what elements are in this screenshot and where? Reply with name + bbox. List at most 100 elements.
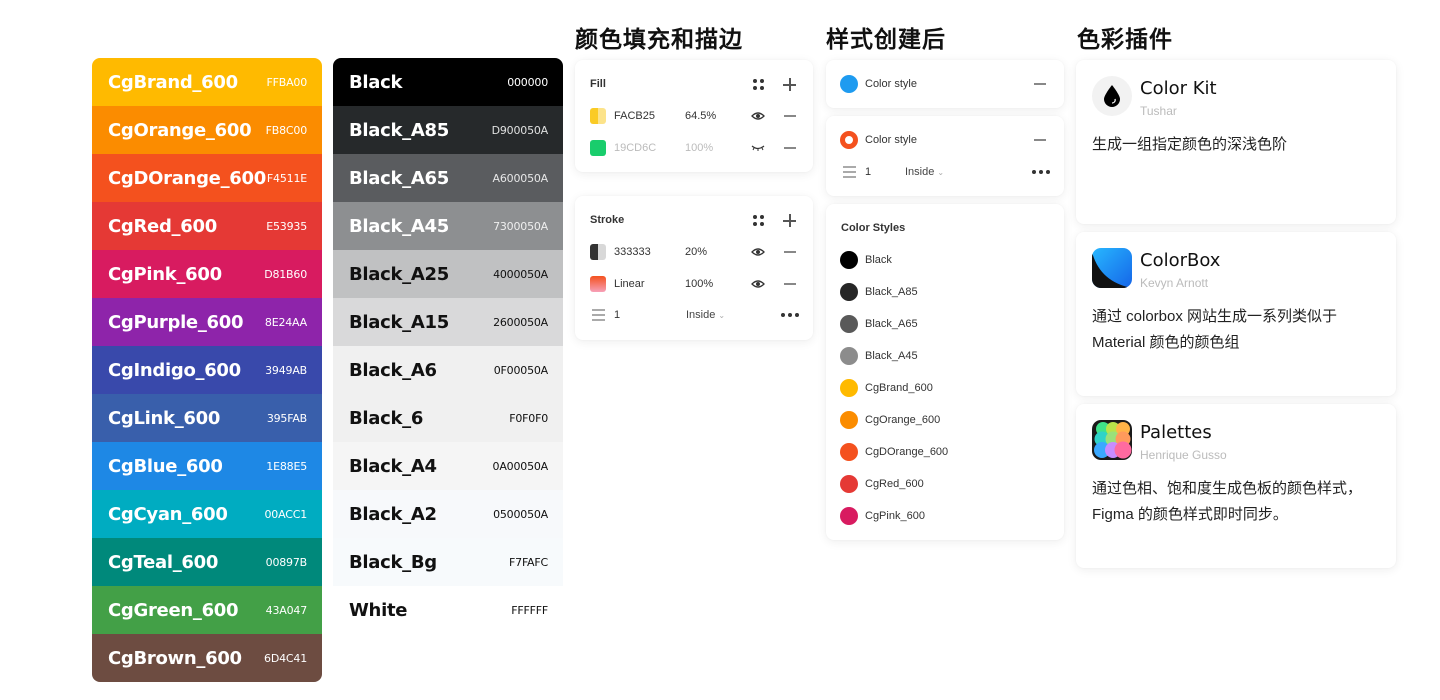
fill-style-label[interactable]: Color style <box>865 78 917 90</box>
swatch-name: Black_A45 <box>349 215 449 237</box>
stroke-position-dropdown[interactable]: Inside ⌄ <box>905 166 944 178</box>
style-grid-icon[interactable] <box>752 214 764 226</box>
detach-style-button[interactable] <box>1034 139 1046 141</box>
remove-stroke-button[interactable] <box>784 283 796 285</box>
swatch-row[interactable]: CgBrand_600 FFBA00 <box>92 58 322 106</box>
swatch-row[interactable]: Black_A15 2600050A <box>333 298 563 346</box>
swatch-hex: F0F0F0 <box>509 411 548 425</box>
stroke-style-label[interactable]: Color style <box>865 134 917 146</box>
eye-closed-icon[interactable] <box>751 143 765 153</box>
swatch-row[interactable]: CgDOrange_600 F4511E <box>92 154 322 202</box>
fill-opacity[interactable]: 100% <box>685 142 713 154</box>
swatch-row[interactable]: CgBlue_600 1E88E5 <box>92 442 322 490</box>
swatch-row[interactable]: Black_A45 7300050A <box>333 202 563 250</box>
color-style-name: CgBrand_600 <box>865 382 933 394</box>
color-style-item[interactable]: CgPink_600 <box>840 507 925 525</box>
minus-icon <box>784 251 796 253</box>
swatch-row[interactable]: Black_Bg F7FAFC <box>333 538 563 586</box>
fill-value[interactable]: 19CD6C <box>614 142 656 154</box>
plugin-card-color-kit[interactable]: Color Kit Tushar 生成一组指定颜色的深浅色阶 <box>1076 60 1396 224</box>
stroke-position-dropdown[interactable]: Inside ⌄ <box>686 309 725 321</box>
stroke-weight[interactable]: 1 <box>614 309 620 321</box>
swatch-hex: A600050A <box>492 171 549 185</box>
eye-icon[interactable] <box>751 278 765 290</box>
plugin-author: Henrique Gusso <box>1140 448 1227 462</box>
fill-row[interactable]: 19CD6C 100% <box>590 140 800 156</box>
color-style-swatch <box>840 283 858 301</box>
swatch-row[interactable]: CgPurple_600 8E24AA <box>92 298 322 346</box>
swatch-row[interactable]: CgGreen_600 43A047 <box>92 586 322 634</box>
color-style-swatch <box>840 443 858 461</box>
swatch-name: CgIndigo_600 <box>108 359 241 381</box>
stroke-row[interactable]: 333333 20% <box>590 244 800 260</box>
color-style-name: Black_A45 <box>865 350 918 362</box>
swatch-row[interactable]: White FFFFFF <box>333 586 563 634</box>
more-options-icon[interactable] <box>781 313 799 317</box>
swatch-row[interactable]: Black 000000 <box>333 58 563 106</box>
stroke-style-swatch[interactable] <box>840 131 858 149</box>
color-style-swatch <box>840 251 858 269</box>
stroke-value[interactable]: 333333 <box>614 246 651 258</box>
swatch-name: Black_6 <box>349 407 424 429</box>
fill-swatch-1[interactable] <box>590 140 606 156</box>
color-style-item[interactable]: CgRed_600 <box>840 475 924 493</box>
remove-fill-button[interactable] <box>784 115 796 117</box>
swatch-row[interactable]: Black_A25 4000050A <box>333 250 563 298</box>
color-style-swatch <box>840 475 858 493</box>
stroke-swatch-0[interactable] <box>590 244 606 260</box>
swatch-row[interactable]: CgTeal_600 00897B <box>92 538 322 586</box>
color-style-swatch <box>840 379 858 397</box>
swatch-row[interactable]: Black_A6 0F00050A <box>333 346 563 394</box>
plugin-card-palettes[interactable]: Palettes Henrique Gusso 通过色相、饱和度生成色板的颜色样… <box>1076 404 1396 568</box>
color-style-item[interactable]: CgDOrange_600 <box>840 443 948 461</box>
plugin-card-colorbox[interactable]: ColorBox Kevyn Arnott 通过 colorbox 网站生成一系… <box>1076 232 1396 396</box>
stroke-opacity[interactable]: 100% <box>685 278 713 290</box>
fill-opacity[interactable]: 64.5% <box>685 110 716 122</box>
add-stroke-button[interactable] <box>783 214 796 227</box>
remove-fill-button[interactable] <box>784 147 796 149</box>
remove-stroke-button[interactable] <box>784 251 796 253</box>
swatch-row[interactable]: Black_A2 0500050A <box>333 490 563 538</box>
swatch-row[interactable]: CgOrange_600 FB8C00 <box>92 106 322 154</box>
swatch-row[interactable]: CgBrown_600 6D4C41 <box>92 634 322 682</box>
swatch-row[interactable]: CgIndigo_600 3949AB <box>92 346 322 394</box>
fill-style-swatch[interactable] <box>840 75 858 93</box>
eye-icon[interactable] <box>751 246 765 258</box>
chevron-down-icon: ⌄ <box>718 310 726 320</box>
color-style-item[interactable]: Black_A85 <box>840 283 918 301</box>
color-style-item[interactable]: CgBrand_600 <box>840 379 933 397</box>
swatch-row[interactable]: Black_6 F0F0F0 <box>333 394 563 442</box>
swatch-row[interactable]: Black_A85 D900050A <box>333 106 563 154</box>
more-options-icon[interactable] <box>1032 170 1050 174</box>
fill-value[interactable]: FACB25 <box>614 110 655 122</box>
color-style-item[interactable]: CgOrange_600 <box>840 411 940 429</box>
swatch-row[interactable]: CgLink_600 395FAB <box>92 394 322 442</box>
stroke-weight[interactable]: 1 <box>865 166 871 178</box>
color-style-name: CgOrange_600 <box>865 414 941 426</box>
swatch-row[interactable]: CgRed_600 E53935 <box>92 202 322 250</box>
stroke-header: Stroke <box>590 214 625 226</box>
stroke-value[interactable]: Linear <box>614 278 645 290</box>
color-style-name: CgPink_600 <box>865 510 925 522</box>
add-fill-button[interactable] <box>783 78 796 91</box>
color-style-item[interactable]: Black <box>840 251 892 269</box>
color-style-item[interactable]: Black_A45 <box>840 347 918 365</box>
swatch-hex: 1E88E5 <box>266 459 307 473</box>
color-style-item[interactable]: Black_A65 <box>840 315 918 333</box>
detach-style-button[interactable] <box>1034 83 1046 85</box>
stroke-opacity[interactable]: 20% <box>685 246 707 258</box>
style-grid-icon[interactable] <box>752 78 764 90</box>
color-style-name: Black_A85 <box>865 286 918 298</box>
swatch-row[interactable]: Black_A65 A600050A <box>333 154 563 202</box>
swatch-name: Black_A25 <box>349 263 449 285</box>
eye-icon[interactable] <box>751 110 765 122</box>
stroke-swatch-1[interactable] <box>590 276 606 292</box>
stroke-row[interactable]: Linear 100% <box>590 276 800 292</box>
palettes-icon <box>1092 420 1132 460</box>
swatch-name: Black_A65 <box>349 167 449 189</box>
swatch-row[interactable]: CgCyan_600 00ACC1 <box>92 490 322 538</box>
fill-row[interactable]: FACB25 64.5% <box>590 108 800 124</box>
swatch-row[interactable]: CgPink_600 D81B60 <box>92 250 322 298</box>
fill-swatch-0[interactable] <box>590 108 606 124</box>
swatch-row[interactable]: Black_A4 0A00050A <box>333 442 563 490</box>
